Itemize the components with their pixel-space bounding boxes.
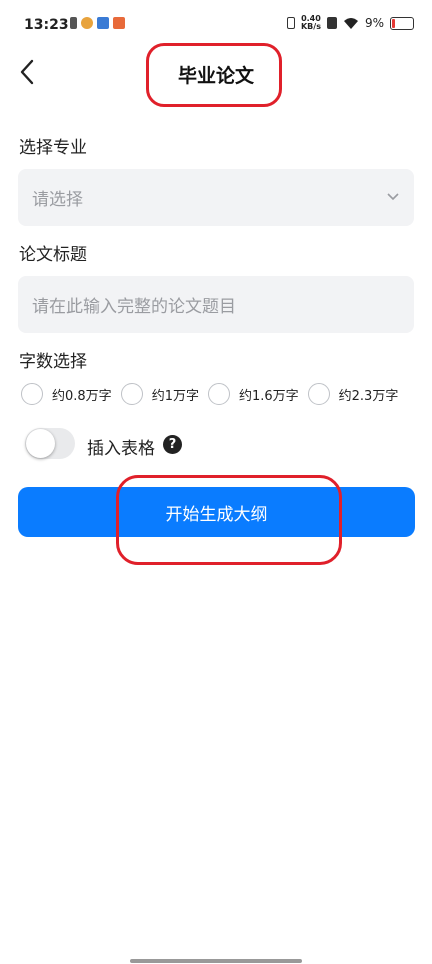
generate-outline-button[interactable]: 开始生成大纲 <box>18 487 415 537</box>
wordcount-label: 字数选择 <box>19 352 87 372</box>
net-speed-unit: KB/s <box>300 22 321 31</box>
chevron-down-icon <box>387 193 399 201</box>
sim-icon <box>70 17 77 29</box>
network-speed: 0.40 KB/s <box>301 15 321 31</box>
wifi-icon <box>343 17 358 29</box>
battery-icon <box>390 16 414 30</box>
thesis-title-placeholder: 请在此输入完整的论文题目 <box>32 297 236 317</box>
help-icon[interactable]: ? <box>163 435 182 454</box>
wordcount-option-label: 约0.8万字 <box>52 388 112 404</box>
insert-table-label: 插入表格 <box>87 439 155 459</box>
status-bar: 13:23 0.40 KB/s 9% <box>0 0 432 50</box>
notification-icons <box>70 17 125 29</box>
toggle-knob <box>26 429 55 458</box>
radio-button[interactable] <box>21 383 43 405</box>
major-select[interactable]: 请选择 <box>18 169 414 226</box>
radio-button[interactable] <box>120 383 143 405</box>
thesis-title-label: 论文标题 <box>19 245 87 265</box>
battery-percent: 9% <box>364 16 384 30</box>
major-label: 选择专业 <box>19 138 87 158</box>
home-indicator[interactable] <box>130 959 302 963</box>
wordcount-options: 约0.8万字 约1万字 约1.6万字 约2.3万字 <box>21 383 407 405</box>
wordcount-option[interactable]: 约2.3万字 <box>307 383 399 405</box>
weibo-icon <box>81 17 93 29</box>
thesis-title-input[interactable]: 请在此输入完整的论文题目 <box>18 276 414 333</box>
status-right: 0.40 KB/s 9% <box>286 15 414 31</box>
page-title: 毕业论文 <box>177 65 254 87</box>
app-notification-icon-2 <box>113 17 125 29</box>
wordcount-option[interactable]: 约1万字 <box>120 383 199 405</box>
insert-table-toggle[interactable] <box>25 428 75 459</box>
radio-button[interactable] <box>207 383 230 405</box>
wordcount-option-label: 约2.3万字 <box>338 388 399 404</box>
wordcount-option-label: 约1万字 <box>151 388 199 404</box>
wordcount-option[interactable]: 约0.8万字 <box>21 383 112 405</box>
wordcount-option-label: 约1.6万字 <box>238 388 299 404</box>
major-select-value: 请选择 <box>32 190 83 210</box>
generate-outline-label: 开始生成大纲 <box>165 504 268 525</box>
radio-button[interactable] <box>307 383 330 405</box>
vibrate-icon <box>286 17 295 29</box>
nfc-icon <box>326 17 337 29</box>
wordcount-option[interactable]: 约1.6万字 <box>207 383 299 405</box>
status-time: 13:23 <box>24 17 69 33</box>
app-notification-icon <box>97 17 109 29</box>
